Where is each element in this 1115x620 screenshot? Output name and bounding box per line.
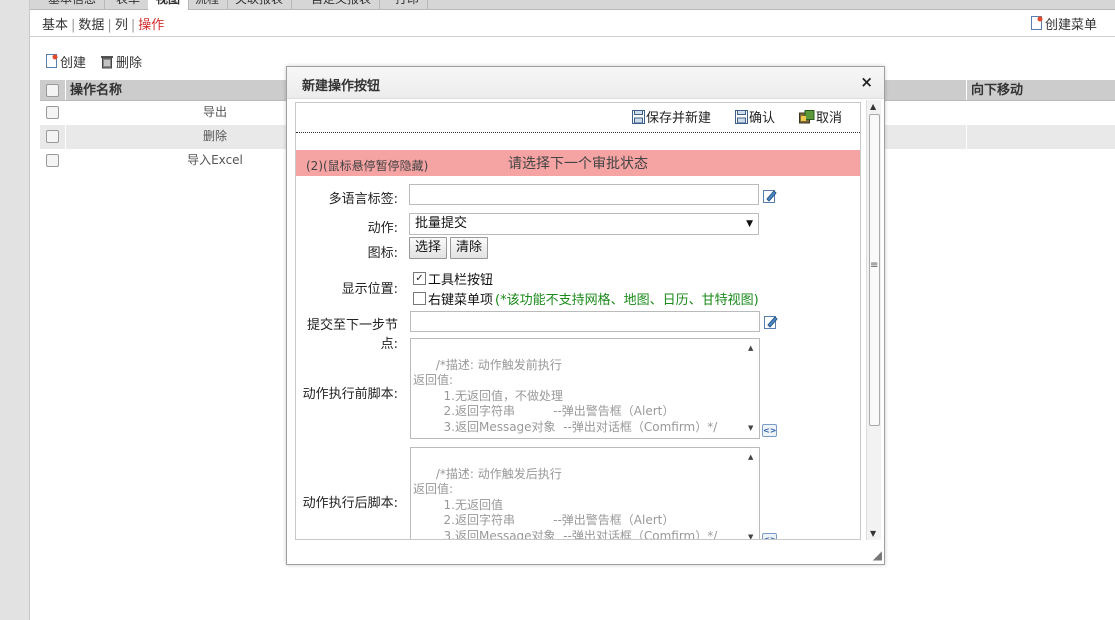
banner-message: 请选择下一个审批状态 [508,156,648,172]
next-node-input[interactable] [410,311,760,332]
banner-hint: (2)(鼠标悬停暂停隐藏) [306,159,429,173]
toolbar: 创建 删除 [46,52,142,71]
icon-clear-button[interactable]: 清除 [450,237,489,259]
tab-print[interactable]: 打印 [387,0,429,10]
after-script-textarea[interactable]: /*描述: 动作触发后执行 返回值: 1.无返回值 2.返回字符串 --弹出警告… [410,447,760,540]
action-select[interactable]: 批量提交 ▼ [409,213,759,235]
scroll-down-icon[interactable]: ▼ [748,530,753,540]
column-divider [966,80,967,100]
subtab-divider: | [107,18,112,33]
trash-icon [101,56,114,69]
disk-icon [631,109,645,124]
scroll-up-icon[interactable]: ▲ [748,341,753,357]
column-divider [65,80,66,100]
context-menu-option[interactable]: 右键菜单项 (*该功能不支持网格、地图、日历、甘特视图) [413,289,759,308]
disk-icon [734,109,748,124]
after-script-text: /*描述: 动作触发后执行 返回值: 1.无返回值 2.返回字符串 --弹出警告… [413,466,718,540]
cancel-button[interactable]: 取消 [798,107,842,126]
context-menu-note: (*该功能不支持网格、地图、日历、甘特视图) [495,293,759,308]
create-menu-label: 创建菜单 [1044,18,1097,33]
close-icon[interactable]: × [860,73,873,91]
toolbar-button-option[interactable]: ✓ 工具栏按钮 [413,269,493,288]
chevron-down-icon: ▼ [746,219,753,229]
create-menu-button[interactable]: 创建菜单 [1030,14,1097,33]
new-document-icon [1030,16,1043,30]
cancel-label: 取消 [815,111,842,126]
tab-form[interactable]: 表单 [108,0,150,10]
scroll-down-icon[interactable]: ▼ [748,421,753,437]
save-and-new-label: 保存并新建 [645,111,711,126]
row-checkbox[interactable] [46,106,59,119]
display-position-label: 显示位置: [341,282,398,297]
subtab-divider: | [71,18,76,33]
header-move-down[interactable]: 向下移动 [971,80,1023,101]
column-divider [65,125,66,149]
tab-flow[interactable]: 流程 [187,0,229,10]
tab-custom-report[interactable]: 自定义报表 [303,0,381,10]
subtab-data[interactable]: 数据 [78,18,104,33]
dialog-action-bar: 保存并新建 确认 取消 [296,103,860,133]
subtab-divider: | [130,18,136,33]
create-button[interactable]: 创建 [46,52,86,71]
action-select-value: 批量提交 [415,216,468,231]
scroll-up-icon[interactable]: ▲ [870,102,876,111]
header-divider [30,36,1115,37]
column-divider [966,125,967,149]
select-all-checkbox[interactable] [46,84,59,97]
dialog-scrollbar[interactable]: ▲ ≡ ▼ [866,100,881,540]
scroll-down-icon[interactable]: ▼ [870,529,876,538]
i18n-input[interactable] [409,184,759,205]
i18n-label: 多语言标签: [328,192,398,207]
textarea-scrollbar[interactable]: ▲ ▼ [745,448,759,540]
status-banner: (2)(鼠标悬停暂停隐藏) 请选择下一个审批状态 [296,150,860,176]
after-script-label: 动作执行后脚本: [302,496,398,511]
dialog-titlebar[interactable]: 新建操作按钮 × [287,67,884,99]
edit-icon[interactable] [763,188,777,204]
context-menu-label: 右键菜单项 [428,293,494,308]
next-node-label: 提交至下一步节点: [306,318,398,352]
left-strip [0,0,30,620]
tab-basic-info[interactable]: 基本信息 [40,0,106,10]
delete-label: 删除 [116,56,143,71]
top-tabs: 基本信息 表单 视图 流程 关联报表 自定义报表 打印 [30,0,1115,10]
sub-tabs: 基本 | 数据 | 列 | 操作 [42,14,164,33]
toolbar-button-checkbox[interactable]: ✓ [413,272,426,285]
confirm-label: 确认 [748,111,775,126]
textarea-scrollbar[interactable]: ▲ ▼ [745,339,759,438]
resize-grip-icon[interactable]: ◢ [873,548,882,562]
tab-view[interactable]: 视图 [148,0,190,10]
subtab-basic[interactable]: 基本 [42,18,68,33]
new-operation-dialog: 新建操作按钮 × 保存并新建 确认 取消 (2)(鼠标悬停暂停隐藏) 请选择下一… [286,66,885,565]
row-checkbox[interactable] [46,154,59,167]
tab-related-report[interactable]: 关联报表 [227,0,293,10]
new-document-icon [46,54,58,68]
cancel-icon [798,109,815,123]
action-label: 动作: [367,221,398,236]
row-checkbox[interactable] [46,130,59,143]
header-operation-name[interactable]: 操作名称 [70,80,122,101]
create-label: 创建 [60,56,87,71]
save-and-new-button[interactable]: 保存并新建 [631,107,711,126]
subtab-columns[interactable]: 列 [115,18,128,33]
toolbar-button-label: 工具栏按钮 [428,273,494,288]
before-script-text: /*描述: 动作触发前执行 返回值: 1.无返回值，不做处理 2.返回字符串 -… [413,357,718,434]
subtab-operations[interactable]: 操作 [138,18,164,33]
confirm-button[interactable]: 确认 [734,107,775,126]
scrollbar-grip-icon: ≡ [870,260,879,271]
context-menu-checkbox[interactable] [413,292,426,305]
before-script-label: 动作执行前脚本: [302,387,398,402]
icon-select-button[interactable]: 选择 [409,237,448,259]
dialog-title: 新建操作按钮 [302,79,381,94]
delete-button[interactable]: 删除 [100,52,142,71]
edit-icon[interactable] [764,314,778,330]
code-icon[interactable]: <> [762,424,777,437]
icon-label: 图标: [367,246,398,261]
code-icon[interactable]: <> [762,533,777,539]
dialog-body: 保存并新建 确认 取消 (2)(鼠标悬停暂停隐藏) 请选择下一个审批状态 多语言… [295,102,861,540]
scroll-up-icon[interactable]: ▲ [748,450,753,466]
before-script-textarea[interactable]: /*描述: 动作触发前执行 返回值: 1.无返回值，不做处理 2.返回字符串 -… [410,338,760,439]
